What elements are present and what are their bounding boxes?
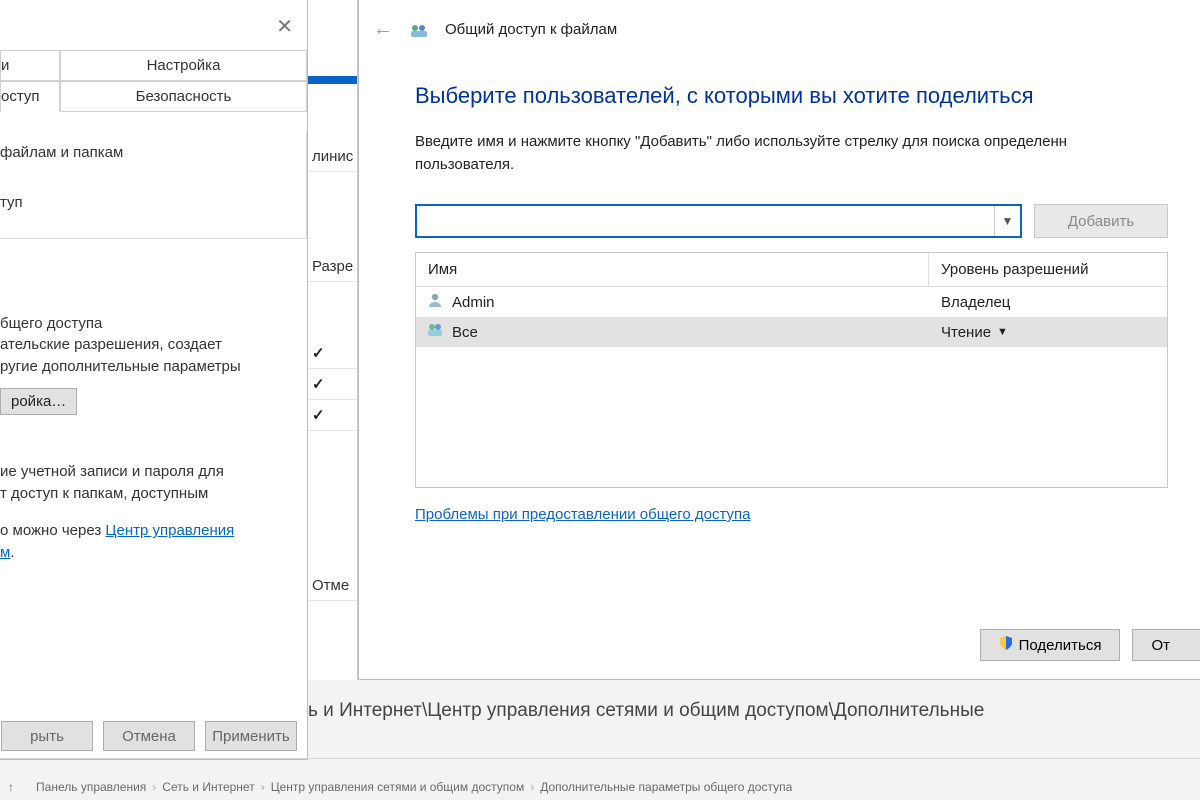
user-icon <box>426 291 444 313</box>
chevron-down-icon[interactable]: ▼ <box>997 326 1008 338</box>
close-icon[interactable]: ✕ <box>276 14 293 39</box>
advanced-sharing-button[interactable]: ройка… <box>0 388 77 415</box>
list-item[interactable] <box>308 400 357 431</box>
user-combo[interactable]: ▼ <box>415 204 1022 238</box>
network-sharing-group: файлам и папкам туп <box>0 132 307 239</box>
list-item[interactable] <box>308 369 357 400</box>
list-item[interactable]: Разре <box>308 252 357 282</box>
shield-icon <box>999 636 1013 654</box>
user-row[interactable]: Все Чтение ▼ <box>416 317 1167 347</box>
user-name: Все <box>452 324 478 341</box>
cancel-button[interactable]: От <box>1132 629 1200 661</box>
text-fragment: ательские разрешения, создает <box>0 334 307 356</box>
advanced-sharing-title: бщего доступа <box>0 313 307 335</box>
text-fragment: файлам и папкам <box>0 142 296 164</box>
user-input[interactable] <box>417 206 994 236</box>
user-name: Admin <box>452 294 495 311</box>
wizard-heading: Выберите пользователей, с которыми вы хо… <box>415 83 1168 109</box>
list-item[interactable]: Отме <box>308 571 357 601</box>
add-button[interactable]: Добавить <box>1034 204 1168 238</box>
permission-level[interactable]: Чтение <box>941 324 991 341</box>
properties-tabs: и Настройка оступ Безопасность <box>0 50 307 112</box>
list-item[interactable] <box>308 338 357 369</box>
text-fragment: м. <box>0 542 307 564</box>
password-protection-text: ие учетной записи и пароля для <box>0 461 307 483</box>
user-row[interactable]: Admin Владелец <box>416 287 1167 317</box>
password-protection-text: т доступ к папкам, доступным <box>0 483 307 505</box>
divider <box>0 758 1200 759</box>
file-sharing-wizard: ← Общий доступ к файлам Выберите пользов… <box>358 0 1200 680</box>
user-permission-list: Имя Уровень разрешений Admin Владелец Все Ч… <box>415 252 1168 488</box>
text-fragment: туп <box>0 192 296 214</box>
breadcrumb-item[interactable]: Дополнительные параметры общего доступа <box>540 780 792 794</box>
tab-settings[interactable]: Настройка <box>60 50 307 81</box>
selection-highlight <box>308 76 357 84</box>
share-button-label: Поделиться <box>1019 637 1102 654</box>
tab-sharing[interactable]: оступ <box>0 81 60 112</box>
list-header: Имя Уровень разрешений <box>416 253 1167 287</box>
breadcrumb-item[interactable]: Сеть и Интернет <box>162 780 254 794</box>
network-center-link-tail[interactable]: м <box>0 544 10 561</box>
properties-footer: рыть Отмена Применить <box>0 721 297 751</box>
tab-general[interactable]: и <box>0 50 60 81</box>
breadcrumb-item[interactable]: Панель управления <box>36 780 146 794</box>
column-name[interactable]: Имя <box>416 253 929 286</box>
wizard-hint: Введите имя и нажмите кнопку "Добавить" … <box>415 131 1168 176</box>
properties-dialog: ✕ и Настройка оступ Безопасность файлам … <box>0 0 308 760</box>
user-icon <box>426 321 444 343</box>
close-button[interactable]: рыть <box>1 721 93 751</box>
breadcrumb-item[interactable]: Центр управления сетями и общим доступом <box>271 780 525 794</box>
share-button[interactable]: Поделиться <box>980 629 1121 661</box>
background-list-sliver: линис Разре Отме <box>308 0 358 680</box>
password-protection-text: о можно через Центр управления <box>0 520 307 542</box>
permission-level: Владелец <box>941 294 1010 311</box>
address-path: ь и Интернет\Центр управления сетями и о… <box>308 700 1200 722</box>
breadcrumb[interactable]: ↑ Панель управления›Сеть и Интернет›Цент… <box>0 780 1200 794</box>
wizard-title: Общий доступ к файлам <box>445 21 617 38</box>
sharing-icon <box>409 20 429 40</box>
network-center-link[interactable]: Центр управления <box>105 522 234 539</box>
up-arrow-icon[interactable]: ↑ <box>8 780 14 794</box>
chevron-down-icon[interactable]: ▼ <box>994 206 1020 236</box>
tab-security[interactable]: Безопасность <box>60 81 307 112</box>
wizard-footer: Поделиться От <box>980 629 1200 661</box>
wizard-header: ← Общий доступ к файлам <box>359 0 1200 53</box>
apply-button[interactable]: Применить <box>205 721 297 751</box>
cancel-button[interactable]: Отмена <box>103 721 195 751</box>
text-fragment: ругие дополнительные параметры <box>0 356 307 378</box>
column-permission[interactable]: Уровень разрешений <box>929 253 1167 286</box>
back-arrow-icon[interactable]: ← <box>373 18 393 41</box>
troubleshoot-sharing-link[interactable]: Проблемы при предоставлении общего досту… <box>415 506 751 523</box>
list-item[interactable]: линис <box>308 142 357 172</box>
